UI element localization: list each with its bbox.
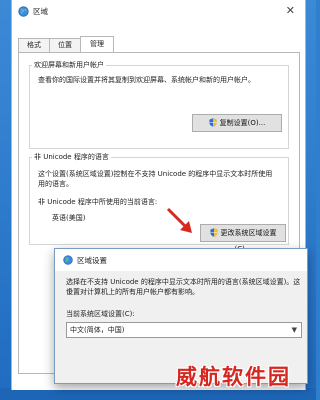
welcome-group-title: 欢迎屏幕和新用户帐户 [32,60,106,70]
window-title: 区域 [33,7,48,16]
watermark: 威航软件园 [176,365,291,389]
dialog-titlebar: 区域设置 [55,249,307,272]
copy-settings-label: 复制设置(O)... [219,119,266,127]
welcome-group-description: 查看你的国际设置并将其复制到欢迎屏幕、系统帐户和新的用户帐户。 [38,76,255,84]
tab-administrative[interactable]: 管理 [80,36,114,52]
unicode-group-title: 非 Unicode 程序的语言 [32,152,111,162]
uac-shield-icon [209,118,217,127]
chevron-down-icon: ▼ [291,326,297,334]
dialog-title: 区域设置 [77,256,107,265]
current-language-label: 非 Unicode 程序中所使用的当前语言: [38,198,158,206]
change-system-locale-button[interactable]: 更改系统区域设置(C)... [200,224,286,253]
tab-format[interactable]: 格式 [18,38,50,52]
window-titlebar: 区域 ✕ [12,0,305,22]
tab-location[interactable]: 位置 [49,38,81,52]
red-arrow-icon [166,207,192,233]
uac-shield-icon [209,228,218,237]
close-icon[interactable]: ✕ [286,4,295,17]
copy-settings-button[interactable]: 复制设置(O)... [192,114,282,132]
current-system-locale-label: 当前系统区域设置(C): [66,310,135,318]
current-language-value: 英语(美国) [52,214,86,222]
dialog-description-2: 设置对计算机上的所有用户帐户都有影响。 [66,288,199,296]
unicode-group-description-2: 用的语言。 [38,180,73,188]
globe-icon [63,255,73,265]
welcome-screen-group: 欢迎屏幕和新用户帐户 查看你的国际设置并将其复制到欢迎屏幕、系统帐户和新的用户帐… [29,60,289,149]
system-locale-select[interactable]: 中文(简体，中国) ▼ [66,322,302,338]
globe-icon [18,6,29,17]
non-unicode-language-group: 非 Unicode 程序的语言 这个设置(系统区域设置)控制在不支持 Unico… [29,152,289,253]
unicode-group-description-1: 这个设置(系统区域设置)控制在不支持 Unicode 的程序中显示文本时所使用 [38,170,273,178]
system-locale-value: 中文(简体，中国) [70,326,125,334]
